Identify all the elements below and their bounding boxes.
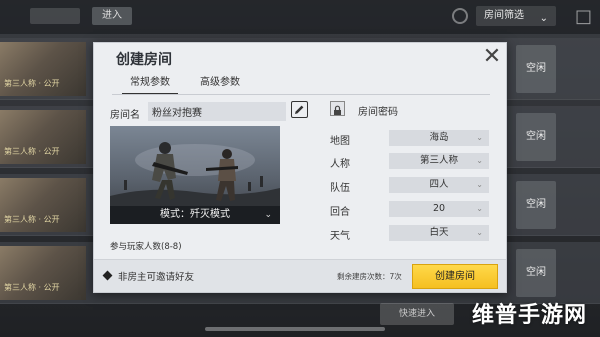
pencil-icon xyxy=(295,105,304,114)
chevron-down-icon: ⌄ xyxy=(539,13,548,24)
refresh-icon[interactable] xyxy=(452,8,468,24)
diamond-bullet-icon xyxy=(102,270,113,281)
room-status-button[interactable]: 空闲 xyxy=(516,113,556,161)
edit-icon[interactable] xyxy=(291,101,308,118)
quick-join-button[interactable]: 快速进入 xyxy=(380,303,454,325)
room-status-button[interactable]: 空闲 xyxy=(516,181,556,229)
room-filter-dropdown[interactable]: 房间筛选 ⌄ xyxy=(476,6,556,26)
chevron-down-icon: ⌄ xyxy=(476,133,483,142)
tab-general-params[interactable]: 常规参数 xyxy=(122,73,178,95)
mode-selector[interactable]: 模式：歼灭模式 ⌄ xyxy=(110,206,280,224)
room-name-label: 房间名 xyxy=(110,110,140,121)
dialog-footer: 非房主可邀请好友 剩余建房次数：7次 创建房间 xyxy=(94,259,506,292)
lobby-search-field[interactable] xyxy=(30,8,80,24)
lock-icon xyxy=(334,105,341,115)
room-status-button[interactable]: 空闲 xyxy=(516,249,556,297)
player-count-label: 参与玩家人数(8-8) xyxy=(110,242,182,252)
tab-divider xyxy=(112,94,490,95)
site-watermark: 维普手游网 xyxy=(472,303,588,328)
option-label-team: 队伍 xyxy=(330,183,350,194)
weather-value: 白天 xyxy=(429,227,449,238)
map-select[interactable]: 海岛 ⌄ xyxy=(389,130,489,146)
weather-select[interactable]: 白天 ⌄ xyxy=(389,225,489,241)
chevron-down-icon: ⌄ xyxy=(264,210,272,220)
dialog-title: 创建房间 xyxy=(116,52,172,68)
option-label-weather: 天气 xyxy=(330,231,350,242)
chevron-down-icon: ⌄ xyxy=(476,228,483,237)
chevron-down-icon: ⌄ xyxy=(476,180,483,189)
perspective-value: 第三人称 xyxy=(419,155,458,166)
password-label: 房间密码 xyxy=(358,107,398,118)
room-row-caption: 第三人称 · 公开 xyxy=(4,147,60,156)
option-label-map: 地图 xyxy=(330,136,350,147)
create-room-button[interactable]: 创建房间 xyxy=(412,264,498,289)
create-room-dialog: 创建房间 ✕ 常规参数 高级参数 房间名 粉丝对抱赛 模式：歼灭模式 ⌄ 参与玩… xyxy=(93,42,507,293)
rounds-value: 20 xyxy=(432,203,446,214)
close-icon[interactable]: ✕ xyxy=(480,45,504,69)
password-checkbox[interactable] xyxy=(330,101,345,116)
invite-note: 非房主可邀请好友 xyxy=(118,272,195,283)
option-label-perspective: 人称 xyxy=(330,159,350,170)
lobby-close-icon[interactable]: □ xyxy=(575,6,592,27)
room-status-button[interactable]: 空闲 xyxy=(516,45,556,93)
perspective-select[interactable]: 第三人称 ⌄ xyxy=(389,153,489,169)
room-row-caption: 第三人称 · 公开 xyxy=(4,215,60,224)
option-label-rounds: 回合 xyxy=(330,207,350,218)
lobby-top-bar: 进入 房间筛选 ⌄ □ xyxy=(0,0,600,34)
map-value: 海岛 xyxy=(429,132,449,143)
mode-label: 模式：歼灭模式 xyxy=(160,209,230,220)
room-row-caption: 第三人称 · 公开 xyxy=(4,79,60,88)
room-name-input[interactable] xyxy=(148,102,286,121)
room-filter-label: 房间筛选 xyxy=(484,10,524,21)
room-row-caption: 第三人称 · 公开 xyxy=(4,283,60,292)
team-select[interactable]: 四人 ⌄ xyxy=(389,177,489,193)
chevron-down-icon: ⌄ xyxy=(476,204,483,213)
chevron-down-icon: ⌄ xyxy=(476,156,483,165)
team-value: 四人 xyxy=(429,179,449,190)
rounds-select[interactable]: 20 ⌄ xyxy=(389,201,489,217)
tab-advanced-params[interactable]: 高级参数 xyxy=(192,73,248,95)
mode-preview[interactable]: 模式：歼灭模式 ⌄ xyxy=(110,126,280,224)
home-indicator xyxy=(205,327,385,331)
lobby-enter-button[interactable]: 进入 xyxy=(92,7,132,25)
dialog-tabs: 常规参数 高级参数 xyxy=(112,73,490,95)
remaining-create-count: 剩余建房次数：7次 xyxy=(337,272,402,281)
